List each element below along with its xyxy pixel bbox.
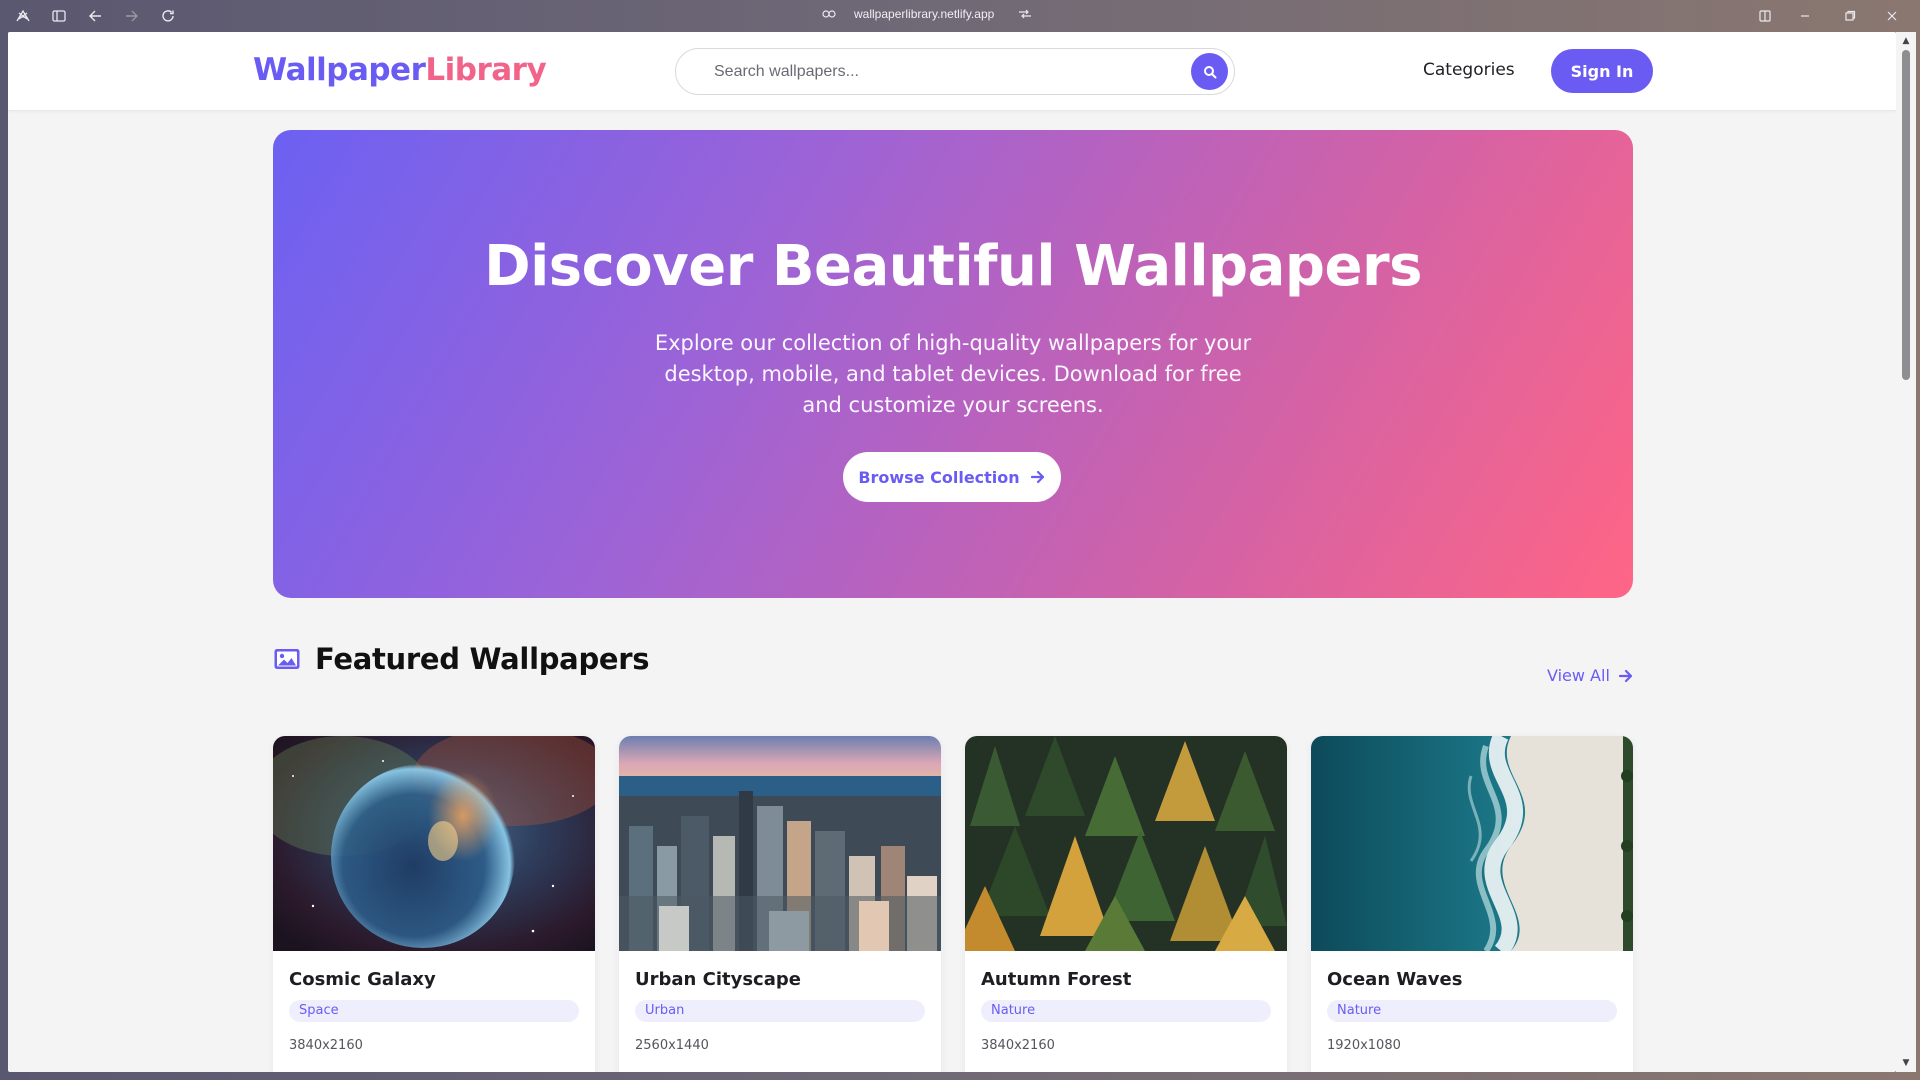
search-icon [1203,65,1216,78]
wallpaper-thumbnail[interactable] [273,736,595,951]
category-tag[interactable]: Nature [1327,1000,1617,1022]
featured-title: Featured Wallpapers [315,642,650,676]
hero-title: Discover Beautiful Wallpapers [484,234,1422,299]
reload-icon[interactable] [157,6,179,26]
hero-banner: Discover Beautiful Wallpapers Explore ou… [273,130,1633,598]
back-icon[interactable] [84,6,106,26]
site-header: WallpaperLibrary Categories Sign In [8,32,1896,111]
hero-subtitle: Explore our collection of high-quality w… [654,331,1252,417]
scrollbar-thumb[interactable] [1902,50,1910,380]
search-bar [675,48,1235,95]
address-bar-url: wallpaperlibrary.netlify.app [854,7,995,21]
split-view-icon[interactable] [1755,7,1775,25]
wallpaper-title: Ocean Waves [1327,969,1463,990]
logo-library-text: Library [425,52,547,88]
wallpaper-title: Urban Cityscape [635,969,801,990]
link-icon [822,10,836,18]
wallpaper-card[interactable]: Ocean Waves Nature 1920x1080 [1311,736,1633,1072]
close-window-icon[interactable] [1882,7,1902,25]
resolution-text: 3840x2160 [981,1038,1055,1053]
address-bar[interactable]: wallpaperlibrary.netlify.app [822,7,1032,21]
browse-collection-label: Browse Collection [858,467,1020,487]
nav-categories-link[interactable]: Categories [1423,60,1515,80]
logo-wallpaper-text: Wallpaper [253,52,426,88]
page-viewport: WallpaperLibrary Categories Sign In Disc… [8,32,1896,1072]
wallpaper-thumbnail[interactable] [1311,736,1633,951]
resolution-text: 2560x1440 [635,1038,709,1053]
page-scrollbar[interactable]: ▲ ▼ [1896,32,1916,1072]
wallpaper-thumbnail[interactable] [619,736,941,951]
forward-icon[interactable] [121,6,143,26]
browser-chrome: wallpaperlibrary.netlify.app [0,0,1920,32]
arrow-right-icon [1618,669,1632,682]
category-tag[interactable]: Space [289,1000,579,1022]
scroll-up-icon[interactable]: ▲ [1901,36,1911,46]
sidebar-toggle-icon[interactable] [48,6,70,26]
wallpaper-card[interactable]: Autumn Forest Nature 3840x2160 [965,736,1287,1072]
search-button[interactable] [1191,53,1228,90]
wallpaper-title: Autumn Forest [981,969,1132,990]
browse-collection-button[interactable]: Browse Collection [843,452,1061,502]
resolution-text: 3840x2160 [289,1038,363,1053]
search-input[interactable] [714,60,1154,84]
restore-icon[interactable] [1840,7,1860,25]
wallpaper-title: Cosmic Galaxy [289,969,436,990]
view-all-link[interactable]: View All [1547,666,1634,685]
wallpaper-card[interactable]: Cosmic Galaxy Space 3840x2160 [273,736,595,1072]
category-tag[interactable]: Nature [981,1000,1271,1022]
minimize-icon[interactable] [1795,7,1815,25]
sign-in-button[interactable]: Sign In [1551,49,1653,93]
view-all-label: View All [1547,666,1610,685]
site-logo[interactable]: WallpaperLibrary [253,52,547,88]
wallpaper-card[interactable]: Urban Cityscape Urban 2560x1440 [619,736,941,1072]
arrow-right-icon [1030,470,1044,484]
featured-section-header: Featured Wallpapers [273,642,650,676]
browser-logo-icon[interactable] [12,6,34,26]
image-gallery-icon [274,649,300,669]
category-tag[interactable]: Urban [635,1000,925,1022]
scroll-down-icon[interactable]: ▼ [1901,1058,1911,1068]
site-settings-icon[interactable] [1018,9,1032,19]
wallpaper-thumbnail[interactable] [965,736,1287,951]
featured-cards: Cosmic Galaxy Space 3840x2160 Urban City… [273,736,1633,1072]
resolution-text: 1920x1080 [1327,1038,1401,1053]
